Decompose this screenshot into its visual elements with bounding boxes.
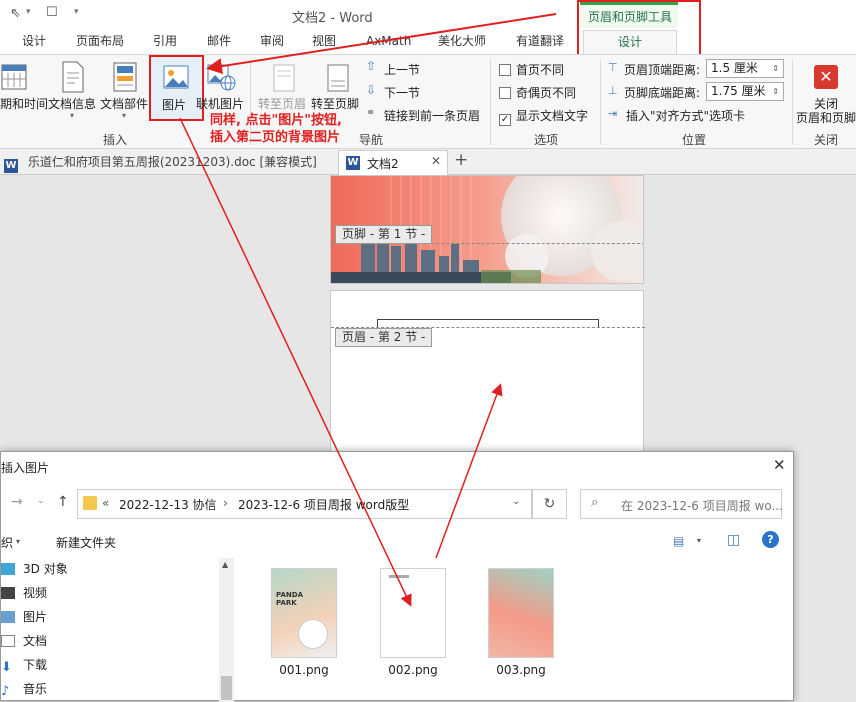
arrow-to-picture-button <box>206 13 557 75</box>
annotation-arrows <box>179 13 557 607</box>
arrow-to-file-002 <box>179 117 412 607</box>
arrow-to-page-2 <box>435 383 503 559</box>
